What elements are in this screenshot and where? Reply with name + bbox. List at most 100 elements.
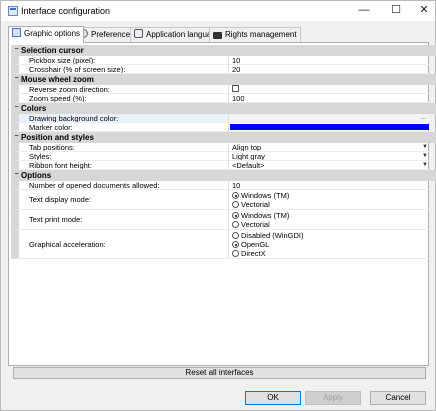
property-label: Marker color:	[11, 123, 228, 132]
tab-positions-select[interactable]: Align top ▼	[228, 143, 430, 152]
radio-button[interactable]	[232, 250, 239, 257]
styles-select[interactable]: Light gray ▼	[228, 152, 430, 161]
radio-label: Disabled (WinGDI)	[241, 231, 304, 240]
radio-label: OpenGL	[241, 240, 270, 249]
ribbon-font-select[interactable]: <Default> ▼	[228, 161, 430, 170]
interface-configuration-dialog: Interface configuration — ☐ ✕ Graphic op…	[0, 0, 436, 411]
text-print-radio-group: Windows (TM) Vectorial	[228, 210, 430, 230]
opened-documents-field[interactable]: 10	[228, 181, 430, 190]
row-graphical-acceleration[interactable]: Graphical acceleration: Disabled (WinGDI…	[11, 230, 436, 259]
radio-button[interactable]	[232, 241, 239, 248]
tab-label: Graphic options	[24, 29, 81, 38]
radio-label: Windows (TM)	[241, 191, 290, 200]
row-ribbon-font-height[interactable]: Ribbon font height: <Default> ▼	[11, 161, 436, 170]
category-title: Colors	[21, 104, 47, 113]
property-label: Styles:	[11, 152, 228, 161]
radio-option[interactable]: Disabled (WinGDI)	[232, 231, 430, 240]
property-grid: − Selection cursor Pickbox size (pixel): …	[11, 45, 436, 259]
tab-label: Rights management	[225, 30, 297, 39]
ellipsis-icon[interactable]: …	[420, 114, 427, 122]
collapse-icon[interactable]: −	[13, 104, 20, 112]
radio-button[interactable]	[232, 232, 239, 239]
category-title: Mouse wheel zoom	[21, 75, 94, 84]
row-marker-color[interactable]: Marker color:	[11, 123, 436, 132]
row-opened-documents[interactable]: Number of opened documents allowed: 10	[11, 181, 436, 190]
radio-label: DirectX	[241, 249, 266, 258]
tab-graphic-options[interactable]: Graphic options	[8, 26, 85, 43]
tab-preferences[interactable]: Preferences	[75, 27, 139, 42]
close-button[interactable]: ✕	[410, 1, 436, 21]
row-text-print-mode[interactable]: Text print mode: Windows (TM) Vectorial	[11, 210, 436, 230]
background-color-field[interactable]: …	[228, 114, 430, 123]
row-tab-positions[interactable]: Tab positions: Align top ▼	[11, 143, 436, 152]
chevron-down-icon[interactable]: ▼	[422, 152, 428, 160]
category-title: Options	[21, 171, 52, 180]
chevron-down-icon[interactable]: ▼	[422, 161, 428, 169]
language-icon	[134, 29, 143, 38]
select-value: Light gray	[232, 152, 265, 161]
radio-option[interactable]: Windows (TM)	[232, 211, 430, 220]
tab-label: Preferences	[91, 30, 135, 39]
property-label: Drawing background color:	[11, 114, 228, 123]
lock-icon	[213, 32, 222, 39]
row-styles[interactable]: Styles: Light gray ▼	[11, 152, 436, 161]
marker-color-swatch	[230, 124, 429, 130]
graphical-acceleration-radio-group: Disabled (WinGDI) OpenGL DirectX	[228, 230, 430, 259]
category-title: Position and styles	[21, 133, 94, 142]
marker-color-field[interactable]	[228, 123, 430, 132]
category-mouse-wheel-zoom[interactable]: − Mouse wheel zoom	[11, 74, 436, 85]
collapse-icon[interactable]: −	[13, 46, 20, 54]
title-bar: Interface configuration — ☐ ✕	[1, 1, 435, 21]
property-label: Zoom speed (%):	[11, 94, 228, 103]
chevron-down-icon[interactable]: ▼	[422, 143, 428, 151]
app-icon	[8, 6, 18, 16]
category-options[interactable]: − Options	[11, 170, 436, 181]
reverse-zoom-value	[228, 85, 430, 94]
tab-rights-management[interactable]: Rights management	[209, 27, 301, 42]
radio-label: Vectorial	[241, 200, 270, 209]
collapse-icon[interactable]: −	[13, 171, 20, 179]
maximize-button[interactable]: ☐	[382, 1, 410, 21]
ok-button[interactable]: OK	[245, 391, 301, 405]
crosshair-field[interactable]: 20	[228, 65, 430, 74]
row-crosshair[interactable]: Crosshair (% of screen size): 20	[11, 65, 436, 74]
category-colors[interactable]: − Colors	[11, 103, 436, 114]
text-display-radio-group: Windows (TM) Vectorial	[228, 190, 430, 210]
pickbox-size-field[interactable]: 10	[228, 56, 430, 65]
radio-button[interactable]	[232, 192, 239, 199]
row-text-display-mode[interactable]: Text display mode: Windows (TM) Vectoria…	[11, 190, 436, 210]
property-label: Reverse zoom direction:	[11, 85, 228, 94]
row-reverse-zoom[interactable]: Reverse zoom direction:	[11, 85, 436, 94]
collapse-icon[interactable]: −	[13, 133, 20, 141]
category-position-and-styles[interactable]: − Position and styles	[11, 132, 436, 143]
property-panel: − Selection cursor Pickbox size (pixel): …	[8, 42, 436, 366]
category-title: Selection cursor	[21, 46, 84, 55]
reset-all-interfaces-button[interactable]: Reset all interfaces	[13, 367, 426, 379]
property-label: Graphical acceleration:	[11, 230, 228, 259]
minimize-button[interactable]: —	[350, 1, 378, 21]
radio-button[interactable]	[232, 212, 239, 219]
tab-strip: Graphic options Preferences Application …	[8, 26, 428, 43]
window-title: Interface configuration	[21, 6, 111, 16]
radio-button[interactable]	[232, 201, 239, 208]
property-label: Ribbon font height:	[11, 161, 228, 170]
radio-button[interactable]	[232, 221, 239, 228]
zoom-speed-field[interactable]: 100	[228, 94, 430, 103]
apply-button[interactable]: Apply	[305, 391, 361, 405]
row-zoom-speed[interactable]: Zoom speed (%): 100	[11, 94, 436, 103]
radio-option[interactable]: OpenGL	[232, 240, 430, 249]
radio-label: Vectorial	[241, 220, 270, 229]
collapse-icon[interactable]: −	[13, 75, 20, 83]
radio-option[interactable]: Vectorial	[232, 200, 430, 209]
row-pickbox-size[interactable]: Pickbox size (pixel): 10	[11, 56, 436, 65]
radio-option[interactable]: Vectorial	[232, 220, 430, 229]
property-label: Crosshair (% of screen size):	[11, 65, 228, 74]
reverse-zoom-checkbox[interactable]	[232, 85, 239, 92]
cancel-button[interactable]: Cancel	[370, 391, 426, 405]
category-selection-cursor[interactable]: − Selection cursor	[11, 45, 436, 56]
property-label: Text print mode:	[11, 210, 228, 230]
radio-option[interactable]: Windows (TM)	[232, 191, 430, 200]
graphic-options-icon	[12, 28, 21, 37]
radio-option[interactable]: DirectX	[232, 249, 430, 258]
row-background-color[interactable]: Drawing background color: …	[11, 114, 436, 123]
